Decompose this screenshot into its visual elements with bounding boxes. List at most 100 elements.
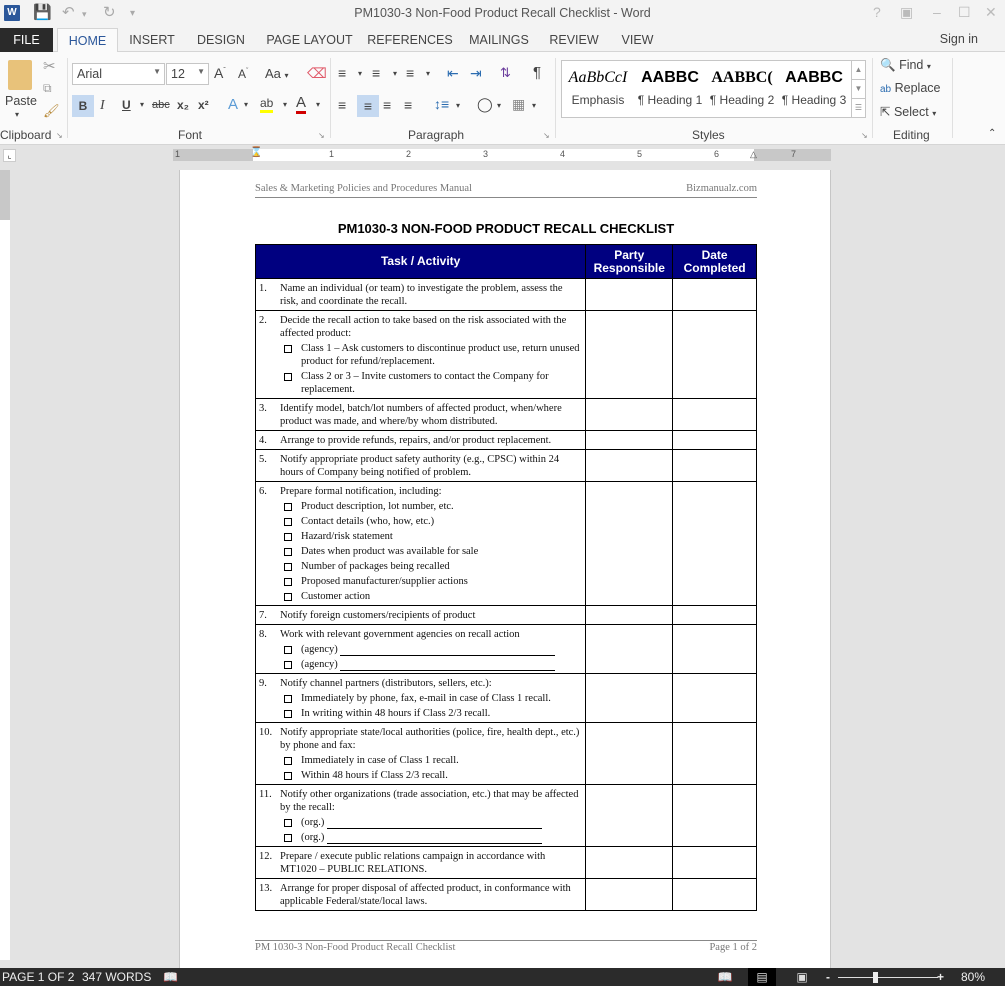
checkbox-icon[interactable] [284,563,292,571]
styles-scrollbar[interactable]: ▲ ▼ ☰ [851,61,865,117]
clear-formatting-icon[interactable]: ⌫ [307,65,327,82]
party-responsible-cell[interactable] [585,430,674,450]
date-completed-cell[interactable] [672,430,757,450]
date-completed-cell[interactable] [672,846,757,879]
paste-dropdown-icon[interactable]: ▾ [15,110,19,119]
font-color-icon[interactable]: A [296,95,307,114]
date-completed-cell[interactable] [672,673,757,723]
date-completed-cell[interactable] [672,481,757,606]
fill-in-blank[interactable] [340,645,556,656]
read-mode-icon[interactable]: 📖 [711,968,739,986]
checkbox-icon[interactable] [284,593,292,601]
style-heading-2[interactable]: AABBC( ¶ Heading 2 [706,61,778,117]
fill-in-blank[interactable] [327,833,543,844]
italic-button[interactable]: I [100,98,105,114]
bold-button[interactable]: B [72,95,94,117]
font-size-input[interactable]: 12 ▼ [166,63,209,85]
date-completed-cell[interactable] [672,310,757,399]
vertical-ruler[interactable] [0,170,10,960]
checkbox-icon[interactable] [284,548,292,556]
text-effects-dropdown-icon[interactable]: ▾ [244,100,248,109]
paragraph-launcher-icon[interactable]: ↘ [543,131,550,140]
task-cell[interactable]: 10. Notify appropriate state/local author… [254,722,587,785]
zoom-level[interactable]: 80% [961,970,985,984]
highlight-dropdown-icon[interactable]: ▾ [283,100,287,109]
party-responsible-cell[interactable] [585,278,674,311]
show-formatting-icon[interactable]: ¶ [533,64,541,81]
date-completed-cell[interactable] [672,278,757,311]
party-responsible-cell[interactable] [585,624,674,674]
style-heading-1[interactable]: AABBC ¶ Heading 1 [634,61,706,117]
styles-launcher-icon[interactable]: ↘ [861,131,868,140]
checkbox-icon[interactable] [284,661,292,669]
task-cell[interactable]: 6. Prepare formal notification, including… [254,481,587,606]
borders-icon[interactable]: ▦ [512,96,525,113]
underline-dropdown-icon[interactable]: ▾ [140,100,144,109]
checkbox-icon[interactable] [284,834,292,842]
date-completed-cell[interactable] [672,624,757,674]
bullets-dropdown-icon[interactable]: ▾ [358,69,362,78]
fill-in-blank[interactable] [327,818,543,829]
tab-mailings[interactable]: MAILINGS [464,28,534,52]
shading-dropdown-icon[interactable]: ▾ [497,101,501,110]
style-heading-3[interactable]: AABBC ¶ Heading 3 [778,61,850,117]
tab-page-layout[interactable]: PAGE LAYOUT [262,28,357,52]
copy-icon[interactable]: ⧉ [43,81,52,96]
checkbox-icon[interactable] [284,819,292,827]
party-responsible-cell[interactable] [585,310,674,399]
page-count[interactable]: PAGE 1 OF 2 [2,970,74,984]
tab-view[interactable]: VIEW [615,28,660,52]
text-effects-icon[interactable]: A [228,96,238,113]
proofing-icon[interactable]: 📖 [163,970,178,984]
styles-scroll-up-icon[interactable]: ▲ [852,61,865,79]
replace-button[interactable]: ab Replace [880,81,940,95]
task-cell[interactable]: 2. Decide the recall action to take based… [254,310,587,399]
zoom-out-button[interactable]: - [826,970,830,984]
multilevel-list-icon[interactable]: ≡ [406,65,414,81]
select-button[interactable]: ⇱ Select ▾ [880,104,936,119]
zoom-slider[interactable] [838,977,938,978]
strikethrough-button[interactable]: abc [152,99,170,111]
undo-icon[interactable]: ↶ [62,3,75,21]
font-launcher-icon[interactable]: ↘ [318,131,325,140]
tab-review[interactable]: REVIEW [545,28,603,52]
save-icon[interactable]: 💾 [33,3,52,21]
underline-button[interactable]: U [122,98,131,112]
party-responsible-cell[interactable] [585,673,674,723]
party-responsible-cell[interactable] [585,449,674,482]
task-cell[interactable]: 5. Notify appropriate product safety auth… [254,449,587,482]
party-responsible-cell[interactable] [585,784,674,847]
borders-dropdown-icon[interactable]: ▾ [532,101,536,110]
first-line-indent-marker[interactable]: ⌛ [250,147,262,158]
shading-icon[interactable]: ◯ [477,96,493,113]
checkbox-icon[interactable] [284,373,292,381]
tab-home[interactable]: HOME [57,28,118,53]
numbering-dropdown-icon[interactable]: ▾ [393,69,397,78]
party-responsible-cell[interactable] [585,878,674,911]
date-completed-cell[interactable] [672,722,757,785]
tab-references[interactable]: REFERENCES [365,28,455,52]
date-completed-cell[interactable] [672,398,757,431]
zoom-slider-thumb[interactable] [873,972,878,983]
format-painter-icon[interactable]: 🖌 [43,103,60,119]
ribbon-display-icon[interactable]: ▣ [900,4,913,21]
cut-icon[interactable]: ✂ [43,57,56,75]
checkbox-icon[interactable] [284,757,292,765]
font-color-dropdown-icon[interactable]: ▾ [316,100,320,109]
checkbox-icon[interactable] [284,646,292,654]
date-completed-cell[interactable] [672,878,757,911]
paste-icon[interactable] [8,60,32,90]
date-completed-cell[interactable] [672,605,757,625]
help-icon[interactable]: ? [873,4,881,20]
minimize-icon[interactable]: – [933,4,941,20]
date-completed-cell[interactable] [672,449,757,482]
print-layout-icon[interactable]: ▤ [748,968,776,986]
find-button[interactable]: 🔍 Find ▾ [880,58,931,73]
collapse-ribbon-icon[interactable]: ⌃ [988,128,996,139]
subscript-button[interactable]: x₂ [177,98,189,112]
task-cell[interactable]: 9. Notify channel partners (distributors,… [254,673,587,723]
checkbox-icon[interactable] [284,710,292,718]
checkbox-icon[interactable] [284,345,292,353]
right-indent-marker[interactable]: △ [750,149,757,160]
align-left-icon[interactable]: ≡ [338,97,346,113]
